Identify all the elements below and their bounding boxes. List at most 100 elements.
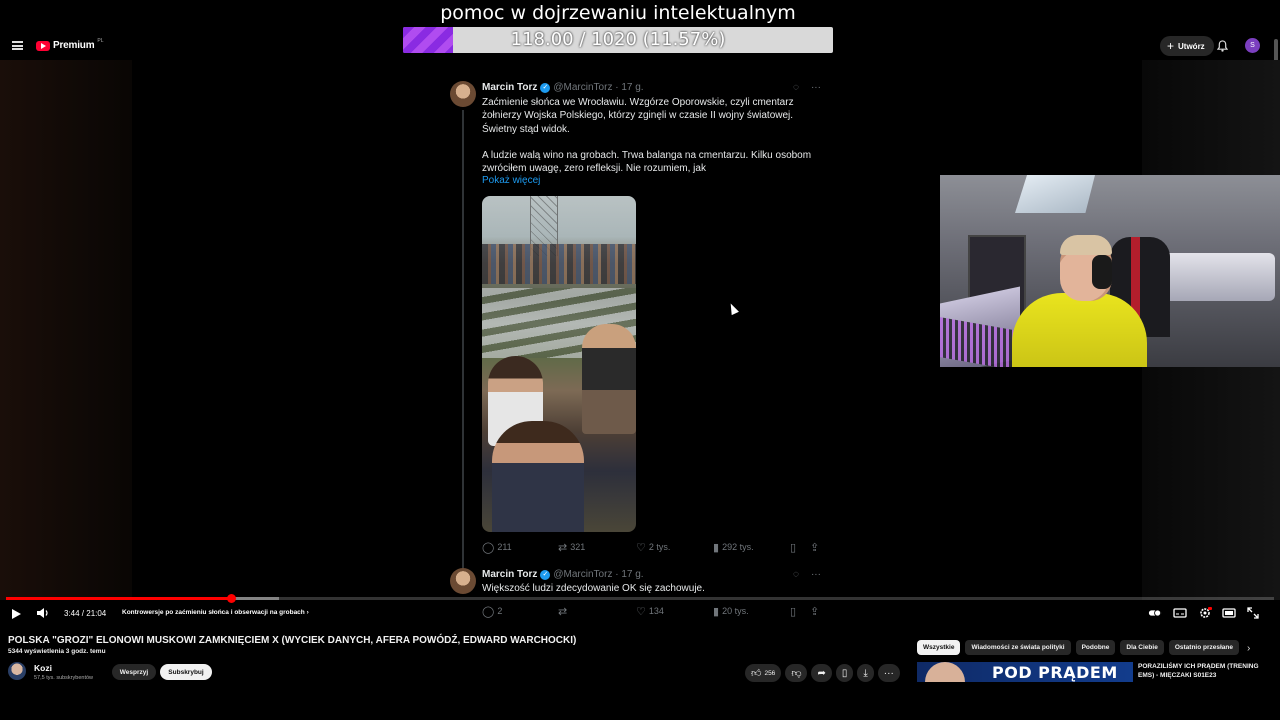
- autoplay-toggle-icon[interactable]: [1148, 607, 1162, 619]
- bell-icon[interactable]: [1217, 40, 1228, 52]
- seek-bar-played: [6, 597, 232, 600]
- tweet-header: Marcin Torz ✓ @MarcinTorz · 17 g.: [482, 569, 644, 580]
- photo-person: [492, 421, 584, 532]
- youtube-logo-icon: [36, 40, 50, 51]
- channel-avatar[interactable]: [8, 662, 26, 680]
- menu-icon[interactable]: [12, 41, 23, 50]
- chip-recently-uploaded[interactable]: Ostatnio przesłane: [1168, 640, 1239, 655]
- dislike-button[interactable]: 👎︎: [785, 664, 808, 682]
- more-icon: ···: [883, 667, 894, 679]
- verified-icon: ✓: [540, 569, 551, 580]
- tweet-author-avatar: [450, 568, 476, 594]
- chip-all[interactable]: Wszystkie: [917, 640, 961, 655]
- fullscreen-icon[interactable]: [1246, 607, 1260, 619]
- tweet-header: Marcin Torz ✓ @MarcinTorz · 17 g.: [482, 82, 644, 93]
- chip-similar[interactable]: Podobne: [1075, 640, 1116, 655]
- subtitles-icon[interactable]: [1173, 607, 1187, 619]
- reply-count: 211: [497, 542, 512, 552]
- chip-world-politics[interactable]: Wiadomości ze świata polityki: [965, 640, 1071, 655]
- video-left-region: [0, 60, 132, 600]
- tweet-top-actions: ◌ ···: [793, 569, 821, 580]
- tweet-stats: ◯ 211 ⇄ 321 ♡ 2 tys. ▮ 292 tys. ▯ ⇪: [482, 541, 822, 554]
- youtube-premium-logo[interactable]: Premium PL: [36, 37, 104, 51]
- time-display: 3:44 / 21:04: [64, 609, 107, 618]
- play-icon[interactable]: [12, 609, 21, 619]
- video-meta: 5344 wyświetlenia 3 godz. temu: [8, 648, 106, 655]
- channel-subscribers: 57,5 tys. subskrybentów: [34, 675, 94, 681]
- user-avatar[interactable]: S: [1245, 38, 1260, 53]
- heart-icon: ♡: [636, 541, 646, 554]
- cam-streamer-hair: [1060, 235, 1112, 255]
- settings-gear-icon[interactable]: [1198, 607, 1212, 619]
- theater-mode-icon[interactable]: [1222, 607, 1236, 619]
- video-title: POLSKA "GROZI" ELONOWI MUSKOWI ZAMKNIĘCI…: [8, 635, 577, 646]
- chart-icon: ▮: [713, 541, 720, 554]
- like-stat: ♡ 2 tys.: [636, 541, 670, 554]
- download-button[interactable]: ⤓: [857, 664, 874, 682]
- volume-icon[interactable]: [36, 607, 50, 619]
- goal-progress-bar: 118.00 / 1020 (11.57%): [403, 27, 833, 53]
- webcam-overlay: [940, 175, 1280, 367]
- verified-icon: ✓: [540, 82, 551, 93]
- tweet-photo: [482, 196, 636, 532]
- like-count: 2 tys.: [648, 542, 671, 552]
- share-arrow-icon: ➦: [817, 667, 826, 679]
- video-player[interactable]: Marcin Torz ✓ @MarcinTorz · 17 g. ◌ ··· …: [0, 60, 1280, 628]
- channel-name[interactable]: Kozi: [34, 663, 52, 673]
- tweet-handle: @MarcinTorz · 17 g.: [553, 569, 644, 580]
- goal-progress-text: 118.00 / 1020 (11.57%): [510, 29, 726, 50]
- thumbnail-face: [925, 662, 965, 682]
- tweet-author-name: Marcin Torz: [482, 82, 538, 93]
- reply-icon: ◯: [482, 541, 495, 554]
- bookmark-icon: ▯: [790, 541, 797, 554]
- seek-bar[interactable]: [6, 594, 1274, 603]
- tweet-author-avatar: [450, 81, 476, 107]
- thumbnail-text: POD PRĄDEM: [992, 663, 1118, 682]
- views-count: 292 tys.: [722, 542, 754, 552]
- thread-line: [462, 110, 464, 570]
- more-icon: ···: [810, 569, 821, 580]
- mouse-cursor-icon: [727, 301, 739, 316]
- retweet-stat: ⇄ 321: [558, 541, 585, 554]
- cam-headset: [1092, 255, 1112, 289]
- create-label: Utwórz: [1178, 41, 1205, 51]
- views-stat: ▮ 292 tys.: [713, 541, 754, 554]
- cam-air-conditioner: [1160, 253, 1275, 301]
- tweet-paragraph: Zaćmienie słońca we Wrocławiu. Wzgórze O…: [482, 97, 794, 135]
- more-icon: ···: [810, 82, 821, 93]
- create-button[interactable]: + Utwórz: [1160, 36, 1214, 56]
- like-count: 256: [764, 669, 776, 677]
- support-button[interactable]: Wesprzyj: [112, 664, 156, 680]
- save-button[interactable]: ▯: [835, 664, 854, 682]
- logo-region: PL: [97, 37, 104, 44]
- download-icon: ⤓: [863, 667, 868, 679]
- cam-streamer-body: [1012, 293, 1147, 367]
- plus-icon: +: [1167, 39, 1175, 53]
- tweet-paragraph: A ludzie walą wino na grobach. Trwa bala…: [482, 149, 812, 175]
- chapter-label: Kontrowersje po zaćmieniu słońca i obser…: [122, 609, 305, 616]
- share-icon: ⇪: [810, 541, 820, 554]
- retweet-icon: ⇄: [558, 541, 568, 554]
- thumbs-up-icon: 👍︎: [751, 668, 762, 679]
- share-button[interactable]: ➦: [811, 664, 832, 682]
- chips-next-chevron-icon[interactable]: ›: [1247, 643, 1250, 654]
- logo-text: Premium: [53, 40, 95, 51]
- photo-crowd: [482, 244, 636, 284]
- grok-icon: ◌: [793, 82, 799, 93]
- thumbs-down-icon: 👎︎: [791, 668, 802, 679]
- like-button[interactable]: 👍︎ 256: [745, 664, 782, 682]
- goal-title: pomoc w dojrzewaniu intelektualnym: [440, 2, 796, 24]
- chapter-title[interactable]: Kontrowersje po zaćmieniu słońca i obser…: [122, 609, 309, 616]
- photo-person: [582, 324, 636, 434]
- recommended-video-thumbnail[interactable]: POD PRĄDEM: [917, 662, 1133, 682]
- recommended-video-title[interactable]: PORAZILIŚMY ICH PRĄDEM (TRENING EMS) - M…: [1138, 662, 1273, 680]
- player-controls: 3:44 / 21:04 Kontrowersje po zaćmieniu s…: [0, 603, 1280, 625]
- tweet-top-actions: ◌ ···: [793, 82, 821, 93]
- tweet-handle: @MarcinTorz · 17 g.: [553, 82, 644, 93]
- chip-for-you[interactable]: Dla Ciebie: [1120, 640, 1164, 655]
- video-actions: 👍︎ 256 👎︎ ➦ ▯ ⤓ ···: [745, 664, 900, 682]
- subscribe-button[interactable]: Subskrybuj: [160, 664, 212, 680]
- retweet-count: 321: [570, 542, 586, 552]
- show-more-link: Pokaż więcej: [482, 175, 541, 186]
- more-actions-button[interactable]: ···: [877, 664, 900, 682]
